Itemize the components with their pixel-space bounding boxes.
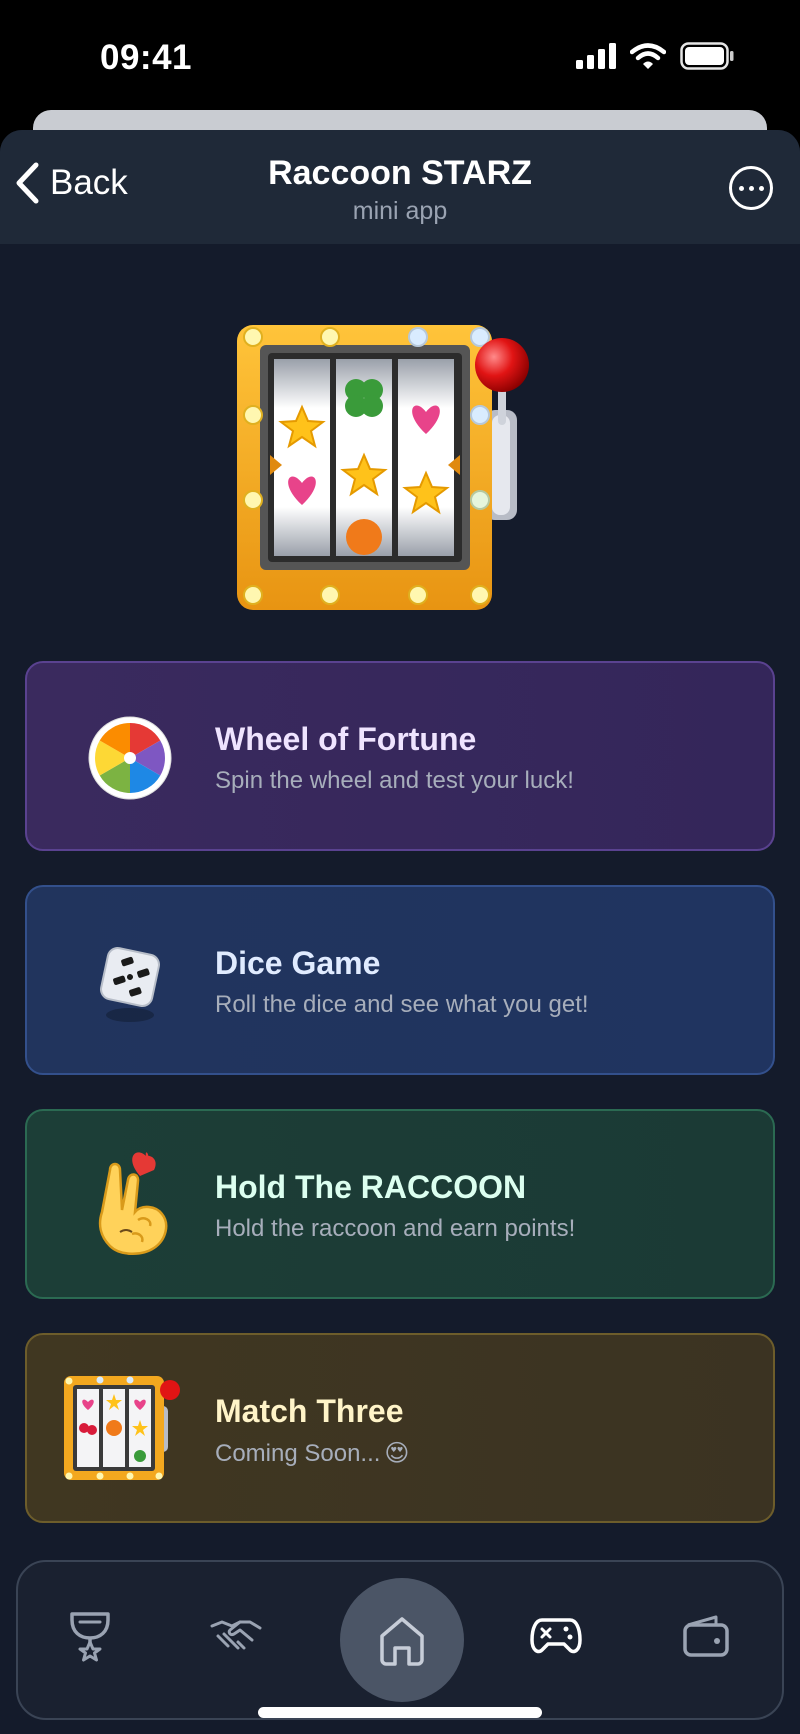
battery-icon (680, 42, 734, 70)
wifi-icon (630, 43, 666, 69)
card-subtitle: Coming Soon... 😍 (215, 1439, 409, 1468)
page-title: Raccoon STARZ (268, 154, 532, 192)
status-bar: 09:41 (0, 0, 800, 110)
card-title: Dice Game (215, 945, 381, 981)
game-card-wheel-of-fortune[interactable]: Wheel of Fortune Spin the wheel and test… (25, 661, 775, 851)
card-title: Wheel of Fortune (215, 721, 477, 757)
hand-heart-icon (75, 1151, 185, 1261)
slot-machine-illustration (230, 315, 570, 615)
gamepad-icon (530, 1618, 582, 1654)
trophy-icon (70, 1612, 110, 1662)
heart-eyes-emoji: 😍 (384, 1440, 410, 1467)
title-block: Raccoon STARZ mini app (0, 154, 800, 226)
page-subtitle: mini app (352, 197, 448, 225)
coming-soon-text: Coming Soon... (215, 1440, 381, 1467)
game-card-dice-game[interactable]: Dice Game Roll the dice and see what you… (25, 885, 775, 1075)
home-icon (380, 1617, 424, 1666)
more-dot (748, 185, 754, 191)
tab-partners[interactable] (204, 1604, 268, 1668)
slot-machine-icon (57, 1373, 187, 1483)
more-options-button[interactable] (729, 166, 773, 210)
home-indicator (258, 1707, 542, 1718)
wheel-icon (75, 703, 185, 813)
game-card-hold-the-raccoon[interactable]: Hold The RACCOON Hold the raccoon and ea… (25, 1109, 775, 1299)
tab-trophy[interactable] (58, 1604, 122, 1668)
game-card-match-three[interactable]: Match Three Coming Soon... 😍 (25, 1333, 775, 1523)
card-title: Match Three (215, 1393, 404, 1429)
app-header: Back Raccoon STARZ mini app (0, 130, 800, 244)
card-subtitle: Spin the wheel and test your luck! (215, 767, 574, 794)
bottom-tab-bar (16, 1560, 784, 1720)
mini-app-container: Back Raccoon STARZ mini app Wheel of For… (0, 130, 800, 1734)
card-subtitle: Hold the raccoon and earn points! (215, 1215, 576, 1242)
tab-home[interactable] (340, 1578, 464, 1702)
status-icons (576, 42, 734, 70)
dice-icon (75, 927, 185, 1037)
status-time: 09:41 (100, 38, 193, 77)
card-subtitle: Roll the dice and see what you get! (215, 991, 589, 1018)
tab-wallet[interactable] (674, 1604, 738, 1668)
handshake-icon (210, 1620, 262, 1650)
card-title: Hold The RACCOON (215, 1169, 527, 1205)
tab-games[interactable] (524, 1604, 588, 1668)
more-dot (738, 185, 744, 191)
wallet-icon (683, 1615, 729, 1657)
cellular-signal-icon (576, 43, 616, 69)
more-dot (758, 185, 764, 191)
